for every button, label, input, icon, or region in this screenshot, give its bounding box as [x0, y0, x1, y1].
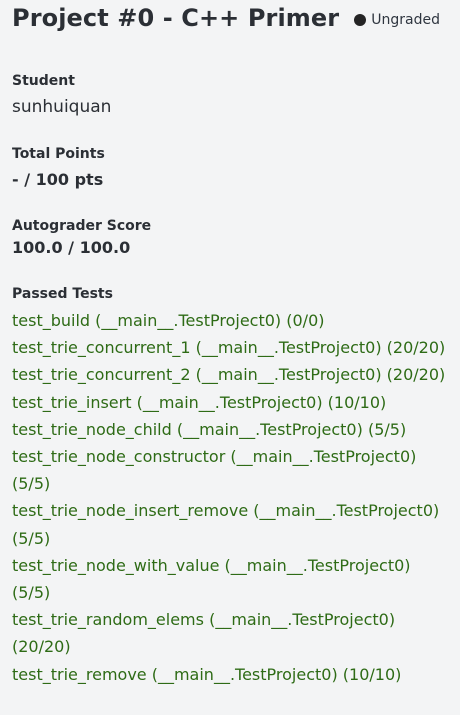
passed-test-score: (5/5) [12, 528, 51, 548]
passed-test-item: test_trie_concurrent_1 (__main__.TestPro… [12, 334, 448, 361]
passed-test-item: test_trie_insert (__main__.TestProject0)… [12, 389, 448, 416]
passed-test-score: (10/10) [327, 392, 387, 412]
passed-test-score: (20/20) [12, 637, 71, 657]
passed-test-name: test_trie_node_constructor [12, 447, 226, 467]
passed-test-suite: (__main__.TestProject0) [195, 365, 382, 385]
passed-test-suite: (__main__.TestProject0) [253, 501, 440, 521]
grading-status-label: Ungraded [371, 12, 440, 28]
passed-test-item: test_trie_node_insert_remove (__main__.T… [12, 497, 448, 551]
passed-test-name: test_trie_random_elems [12, 610, 204, 630]
passed-tests-label: Passed Tests [12, 286, 113, 302]
passed-test-suite: (__main__.TestProject0) [230, 447, 417, 467]
ungraded-status-dot-icon [354, 14, 367, 26]
passed-test-item: test_trie_concurrent_2 (__main__.TestPro… [12, 361, 448, 388]
passed-test-name: test_trie_concurrent_1 [12, 338, 191, 358]
passed-test-name: test_trie_node_insert_remove [12, 501, 249, 521]
passed-test-item: test_trie_remove (__main__.TestProject0)… [12, 661, 448, 688]
passed-test-name: test_trie_insert [12, 392, 132, 412]
passed-test-suite: (__main__.TestProject0) [209, 610, 396, 630]
autograder-score-label: Autograder Score [12, 218, 152, 234]
passed-test-score: (5/5) [367, 419, 407, 439]
passed-test-score: (20/20) [386, 365, 446, 385]
passed-tests-list: test_build (__main__.TestProject0) (0/0)… [12, 307, 448, 688]
passed-test-item: test_trie_random_elems (__main__.TestPro… [12, 606, 448, 660]
student-label: Student [12, 73, 75, 89]
passed-tests-section: Passed Tests test_build (__main__.TestPr… [12, 285, 448, 688]
passed-test-item: test_trie_node_with_value (__main__.Test… [12, 552, 448, 606]
total-points-section: Total Points - / 100 pts [12, 145, 448, 191]
page-title: Project #0 - C++ Primer [12, 4, 340, 32]
passed-test-suite: (__main__.TestProject0) [95, 311, 282, 330]
passed-test-item: test_build (__main__.TestProject0) (0/0) [12, 307, 448, 334]
passed-test-score: (10/10) [342, 664, 402, 684]
passed-test-name: test_trie_node_child [12, 419, 172, 439]
passed-test-score: (5/5) [12, 583, 51, 603]
student-name: sunhuiquan [12, 97, 112, 117]
page-header: Project #0 - C++ Primer Ungraded [12, 0, 448, 42]
passed-test-suite: (__main__.TestProject0) [136, 392, 323, 412]
total-points-value: - / 100 pts [12, 170, 104, 189]
student-section: Student sunhuiquan [12, 72, 448, 119]
passed-test-item: test_trie_node_constructor (__main__.Tes… [12, 443, 448, 497]
passed-test-score: (0/0) [286, 311, 325, 330]
passed-test-suite: (__main__.TestProject0) [195, 338, 382, 358]
passed-test-suite: (__main__.TestProject0) [224, 555, 411, 575]
passed-test-suite: (__main__.TestProject0) [151, 664, 338, 684]
submission-page: Project #0 - C++ Primer Ungraded Student… [0, 0, 460, 715]
passed-test-name: test_trie_remove [12, 664, 147, 684]
passed-test-name: test_trie_concurrent_2 [12, 365, 191, 385]
autograder-score-value: 100.0 / 100.0 [12, 238, 131, 257]
total-points-label: Total Points [12, 146, 105, 162]
passed-test-name: test_build [12, 311, 91, 330]
passed-test-item: test_trie_node_child (__main__.TestProje… [12, 416, 448, 443]
passed-test-score: (5/5) [12, 474, 51, 494]
grading-status: Ungraded [354, 11, 440, 29]
autograder-score-section: Autograder Score 100.0 / 100.0 [12, 217, 448, 259]
passed-test-score: (20/20) [386, 338, 446, 358]
passed-test-name: test_trie_node_with_value [12, 555, 220, 575]
passed-test-suite: (__main__.TestProject0) [176, 419, 363, 439]
